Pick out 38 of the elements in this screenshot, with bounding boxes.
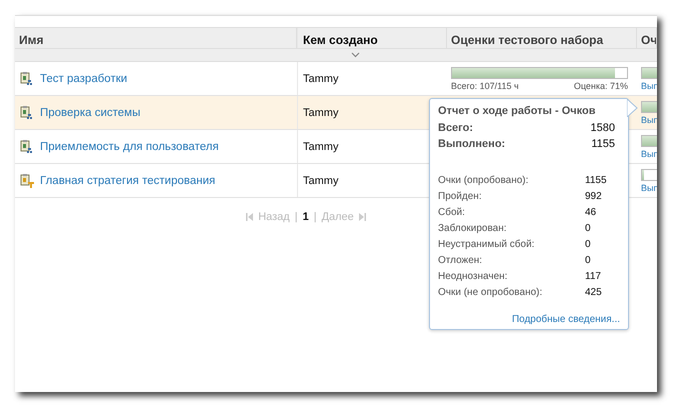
details-link[interactable]: Подробные сведения... (438, 314, 620, 325)
stat-label: Очки (не опробовано): (438, 286, 542, 298)
clipboard-hierarchy-icon (20, 140, 34, 154)
page-number[interactable]: 1 (302, 211, 309, 223)
clipboard-tree-icon (20, 174, 34, 188)
stat-value: 0 (585, 238, 592, 250)
stat-value: 1155 (585, 174, 608, 186)
stat-value: 0 (585, 254, 592, 266)
column-header[interactable]: Оценки тестового набора (447, 28, 637, 48)
stat-label: Неустранимый сбой: (438, 238, 534, 250)
test-plan-link[interactable]: Приемлемость для пользователя (40, 140, 219, 152)
stat-label: Очки (опробовано): (438, 174, 528, 186)
test-plan-link[interactable]: Проверка системы (40, 106, 140, 118)
stat-value: 1155 (590, 138, 615, 150)
total-hours-text: Всего: 107/115 ч (451, 80, 519, 90)
stat-label: Выполнено: (438, 138, 506, 150)
tooltip-title: Отчет о ходе работы - Очков (438, 105, 597, 117)
test-plan-link[interactable]: Главная стратегия тестирования (40, 174, 216, 186)
stat-label: Сбой: (438, 206, 465, 218)
first-page-icon[interactable] (246, 213, 254, 221)
clipboard-hierarchy-icon (20, 72, 34, 86)
caret-icon[interactable] (351, 52, 360, 58)
score-text: Оценка: 71% (574, 80, 628, 90)
creator-text: Tammy (303, 72, 340, 84)
stat-label: Неоднозначен: (438, 270, 508, 282)
stat-value: 117 (585, 270, 602, 282)
column-header[interactable]: Кем создано (297, 28, 447, 48)
stat-label: Заблокирован: (438, 222, 507, 234)
separator-text: | (294, 211, 298, 223)
clipboard-hierarchy-icon (20, 106, 34, 120)
stat-value: 46 (585, 206, 598, 218)
stat-label: Отложен: (438, 254, 482, 266)
stat-value: 425 (585, 286, 603, 298)
column-header[interactable]: Имя (15, 28, 297, 48)
separator-text: | (314, 211, 317, 223)
test-plan-link[interactable]: Тест разработки (40, 72, 128, 84)
stat-value: 0 (585, 222, 592, 234)
last-page-icon[interactable] (358, 213, 366, 221)
